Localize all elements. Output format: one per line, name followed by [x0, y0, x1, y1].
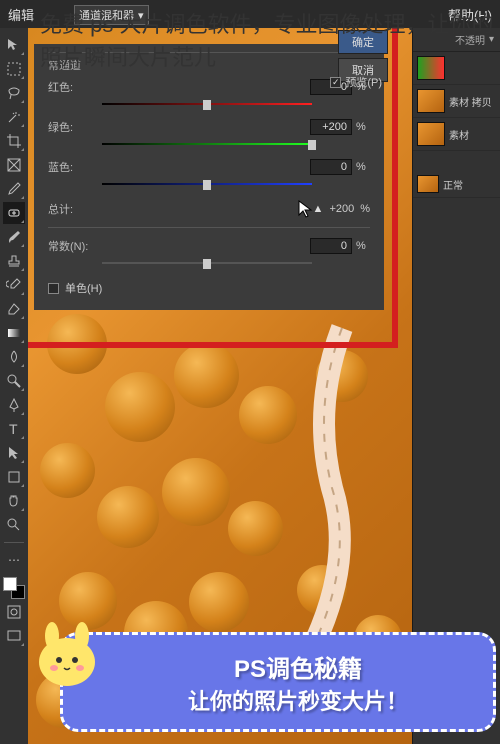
foreground-color[interactable]	[3, 577, 17, 591]
channel-header: 常通道	[48, 52, 370, 73]
stamp-tool[interactable]	[3, 250, 25, 272]
mouse-cursor-icon	[298, 200, 314, 220]
checkbox-icon	[48, 283, 59, 294]
shape-tool[interactable]	[3, 466, 25, 488]
warning-icon: ▲	[313, 203, 324, 215]
dodge-tool[interactable]	[3, 370, 25, 392]
lasso-tool[interactable]	[3, 82, 25, 104]
banner-title: PS调色秘籍	[234, 649, 362, 684]
path-select-tool[interactable]	[3, 442, 25, 464]
svg-text:T: T	[9, 421, 18, 437]
eraser-tool[interactable]	[3, 298, 25, 320]
mascot-icon	[32, 620, 102, 690]
banner-subtitle: 让你的照片秒变大片！	[188, 684, 408, 716]
green-label: 绿色:	[48, 119, 102, 135]
opacity-control[interactable]: 不透明 ▾	[455, 32, 494, 47]
edit-toolbar[interactable]: ⋯	[3, 549, 25, 571]
left-toolbar: T ⋯	[0, 28, 28, 744]
menu-help[interactable]: 帮助(H)	[448, 5, 492, 24]
screen-mode-tool[interactable]	[3, 625, 25, 647]
layer-thumbnail	[417, 56, 445, 80]
red-label: 红色:	[48, 79, 102, 95]
hand-tool[interactable]	[3, 490, 25, 512]
crop-tool[interactable]	[3, 130, 25, 152]
preview-checkbox[interactable]: 预览(P)	[330, 74, 382, 90]
chevron-down-icon: ▾	[489, 34, 494, 45]
layer-row[interactable]: 素材	[413, 118, 500, 151]
constant-input[interactable]	[310, 238, 352, 254]
chevron-down-icon: ▾	[138, 9, 144, 22]
history-row[interactable]: 正常	[413, 171, 500, 198]
promo-banner: PS调色秘籍 让你的照片秒变大片！	[40, 632, 496, 732]
history-brush-tool[interactable]	[3, 274, 25, 296]
quickmask-tool[interactable]	[3, 601, 25, 623]
color-swatches[interactable]	[3, 577, 25, 599]
gradient-tool[interactable]	[3, 322, 25, 344]
brush-tool[interactable]	[3, 226, 25, 248]
zoom-tool[interactable]	[3, 514, 25, 536]
pen-tool[interactable]	[3, 394, 25, 416]
channel-mixer-dialog: 确定 取消 预览(P) 常通道 红色: % 绿色: % 蓝色: % 总计: ▲ …	[34, 44, 384, 310]
menu-edit[interactable]: 编辑	[8, 5, 34, 24]
constant-label: 常数(N):	[48, 238, 102, 254]
green-input[interactable]	[310, 119, 352, 135]
monochrome-checkbox[interactable]: 单色(H)	[48, 280, 370, 296]
blur-tool[interactable]	[3, 346, 25, 368]
total-value: +200	[329, 203, 354, 215]
preset-dropdown[interactable]: 通道混和器 ▾	[74, 5, 149, 25]
frame-tool[interactable]	[3, 154, 25, 176]
move-tool[interactable]	[3, 34, 25, 56]
blue-slider[interactable]	[102, 177, 312, 191]
constant-slider[interactable]	[102, 256, 312, 270]
history-thumbnail	[417, 175, 439, 193]
layer-row[interactable]	[413, 52, 500, 85]
layer-row[interactable]: 素材 拷贝	[413, 85, 500, 118]
blue-label: 蓝色:	[48, 159, 102, 175]
wand-tool[interactable]	[3, 106, 25, 128]
road-path	[262, 328, 382, 678]
healing-tool[interactable]	[3, 202, 25, 224]
blue-input[interactable]	[310, 159, 352, 175]
eyedropper-tool[interactable]	[3, 178, 25, 200]
checkbox-icon	[330, 77, 341, 88]
layer-thumbnail	[417, 89, 445, 113]
ok-button[interactable]: 确定	[338, 30, 388, 54]
type-tool[interactable]: T	[3, 418, 25, 440]
green-slider[interactable]	[102, 137, 312, 151]
red-slider[interactable]	[102, 97, 312, 111]
layer-thumbnail	[417, 122, 445, 146]
marquee-tool[interactable]	[3, 58, 25, 80]
menubar: 编辑 通道混和器 ▾ 帮助(H)	[0, 0, 500, 28]
total-label: 总计:	[48, 201, 102, 217]
